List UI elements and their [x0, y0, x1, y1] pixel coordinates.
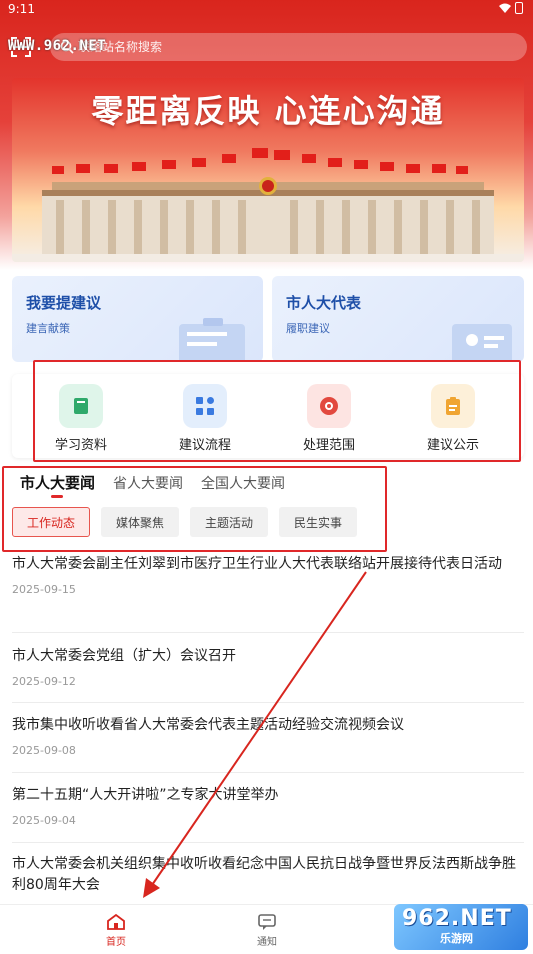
annotation-box	[2, 466, 387, 552]
news-date: 2025-09-04	[12, 814, 76, 827]
card-title: 我要提建议	[26, 294, 102, 312]
news-date: 2025-09-08	[12, 744, 76, 757]
badge-icon	[452, 324, 512, 362]
message-icon	[258, 914, 276, 930]
news-title: 市人大常委会机关组织集中收听收看纪念中国人民抗日战争暨世界反法西斯战争胜利80周…	[12, 856, 516, 893]
news-item[interactable]: 市人大常委会副主任刘翠到市医疗卫生行业人大代表联络站开展接待代表日活动 2025…	[12, 554, 524, 596]
news-title: 市人大常委会党组（扩大）会议召开	[12, 648, 236, 664]
divider	[12, 702, 524, 703]
status-time: 9:11	[8, 2, 35, 16]
news-item[interactable]: 我市集中收听收看省人大常委会代表主题活动经验交流视频会议 2025-09-08	[12, 715, 524, 757]
news-item[interactable]: 市人大常委会党组（扩大）会议召开 2025-09-12	[12, 646, 524, 688]
annotation-box	[33, 360, 521, 462]
status-icons	[499, 2, 523, 14]
news-item[interactable]: 第二十五期“人大开讲啦”之专家大讲堂举办 2025-09-04	[12, 785, 524, 827]
wifi-icon	[499, 3, 511, 13]
card-subtitle: 建言献策	[26, 322, 70, 335]
search-bar[interactable]	[50, 33, 527, 61]
news-title: 市人大常委会副主任刘翠到市医疗卫生行业人大代表联络站开展接待代表日活动	[12, 556, 502, 572]
search-input[interactable]	[78, 40, 478, 54]
nav-notifications[interactable]: 通知	[237, 913, 297, 948]
watermark-logo: WWW.962.NET	[8, 38, 107, 54]
card-subtitle: 履职建议	[286, 322, 330, 335]
news-date: 2025-09-12	[12, 675, 76, 688]
news-date: 2025-09-15	[12, 583, 76, 596]
watermark-logo: 962.NET 乐游网	[394, 904, 528, 950]
home-icon	[107, 913, 125, 930]
deputy-card[interactable]: 市人大代表 履职建议	[272, 276, 524, 362]
document-icon	[179, 318, 245, 362]
suggestion-card[interactable]: 我要提建议 建言献策	[12, 276, 263, 362]
divider	[12, 772, 524, 773]
watermark-text: 962.NET	[402, 906, 512, 931]
status-bar: 9:11	[0, 0, 533, 20]
battery-icon	[515, 2, 523, 14]
nav-label: 通知	[257, 937, 277, 948]
news-item[interactable]: 市人大常委会机关组织集中收听收看纪念中国人民抗日战争暨世界反法西斯战争胜利80周…	[12, 854, 524, 896]
banner-image[interactable]: 零距离反映 心连心沟通	[12, 78, 524, 262]
watermark-subtext: 乐游网	[440, 932, 473, 945]
news-title: 我市集中收听收看省人大常委会代表主题活动经验交流视频会议	[12, 717, 404, 733]
nav-label: 首页	[106, 937, 126, 948]
news-title: 第二十五期“人大开讲啦”之专家大讲堂举办	[12, 787, 279, 803]
divider	[12, 632, 524, 633]
card-title: 市人大代表	[286, 294, 362, 312]
nav-home[interactable]: 首页	[86, 913, 146, 948]
banner-slogan: 零距离反映 心连心沟通	[91, 92, 445, 130]
divider	[12, 842, 524, 843]
